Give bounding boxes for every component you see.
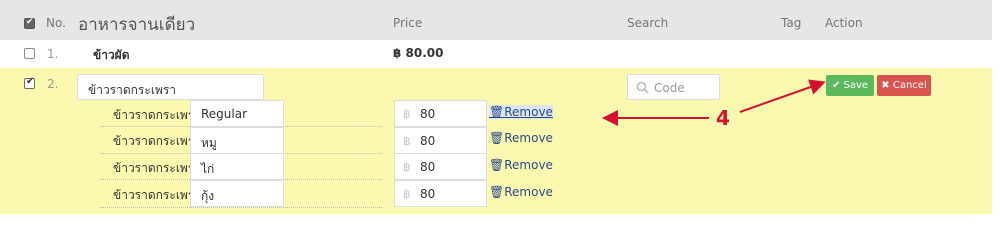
baht-icon: ฿ (403, 187, 411, 201)
column-price: Price (393, 16, 423, 30)
select-all-checkbox[interactable] (24, 17, 35, 29)
cancel-button[interactable]: ✖ Cancel (877, 75, 931, 96)
option-variant-input[interactable]: กุ้ง (190, 180, 284, 207)
row-number: 2. (47, 77, 59, 91)
remove-option-link[interactable]: 🗑Remove (489, 158, 553, 172)
remove-option-link[interactable]: 🗑Remove (489, 185, 553, 199)
search-placeholder: Code (654, 81, 685, 95)
option-price-value: 80 (420, 107, 436, 121)
option-variant-input[interactable]: ไก่ (190, 153, 284, 180)
remove-label: Remove (504, 185, 553, 199)
baht-icon: ฿ (403, 160, 411, 174)
row-checkbox[interactable] (24, 48, 35, 59)
search-icon (636, 81, 649, 94)
option-label: ข้าวราดกระเพรา (113, 161, 202, 175)
item-name: ข้าวผัด (93, 48, 130, 62)
baht-icon: ฿ (403, 134, 411, 148)
option-variant-value: หมู (201, 136, 217, 150)
category-title: อาหารจานเดียว (78, 15, 196, 35)
item-price: ฿ 80.00 (393, 46, 444, 60)
column-action: Action (825, 16, 863, 30)
option-price-input[interactable]: ฿ 80 (394, 100, 487, 127)
row-number: 1. (47, 47, 59, 61)
option-variant-input[interactable]: Regular (190, 100, 284, 127)
row-checkbox-checked[interactable] (24, 76, 35, 89)
remove-label: Remove (504, 105, 553, 119)
option-label: ข้าวราดกระเพรา (113, 134, 202, 148)
column-no: No. (46, 16, 66, 30)
option-price-input[interactable]: ฿ 80 (394, 180, 487, 207)
trash-icon: 🗑 (489, 185, 505, 199)
cancel-label: Cancel (892, 80, 927, 91)
option-label: ข้าวราดกระเพรา (113, 188, 202, 202)
close-icon: ✖ (881, 80, 890, 91)
baht-icon: ฿ (403, 107, 411, 121)
remove-option-link[interactable]: 🗑Remove (489, 105, 553, 119)
option-variant-value: กุ้ง (201, 189, 215, 203)
item-name-input[interactable]: ข้าวราดกระเพรา (77, 74, 264, 100)
option-variant-value: ไก่ (201, 162, 215, 176)
option-variant-value: Regular (201, 107, 248, 121)
option-variant-input[interactable]: หมู (190, 127, 284, 154)
search-code-input[interactable]: Code (627, 74, 720, 100)
remove-label: Remove (504, 158, 553, 172)
option-label: ข้าวราดกระเพรา (113, 108, 202, 122)
option-price-value: 80 (420, 134, 436, 148)
column-tag: Tag (781, 16, 802, 30)
option-price-value: 80 (420, 160, 436, 174)
trash-icon: 🗑 (489, 158, 505, 172)
item-name-value: ข้าวราดกระเพรา (88, 83, 177, 97)
option-price-input[interactable]: ฿ 80 (394, 153, 487, 180)
trash-icon: 🗑 (489, 105, 505, 119)
option-price-value: 80 (420, 187, 436, 201)
remove-option-link[interactable]: 🗑Remove (489, 131, 553, 145)
save-button[interactable]: ✔ Save (826, 75, 874, 96)
option-price-input[interactable]: ฿ 80 (394, 127, 487, 154)
check-icon: ✔ (831, 80, 841, 91)
save-label: Save (843, 80, 869, 91)
trash-icon: 🗑 (489, 131, 505, 145)
column-search: Search (627, 16, 669, 30)
table-row[interactable] (0, 40, 992, 67)
remove-label: Remove (504, 131, 553, 145)
